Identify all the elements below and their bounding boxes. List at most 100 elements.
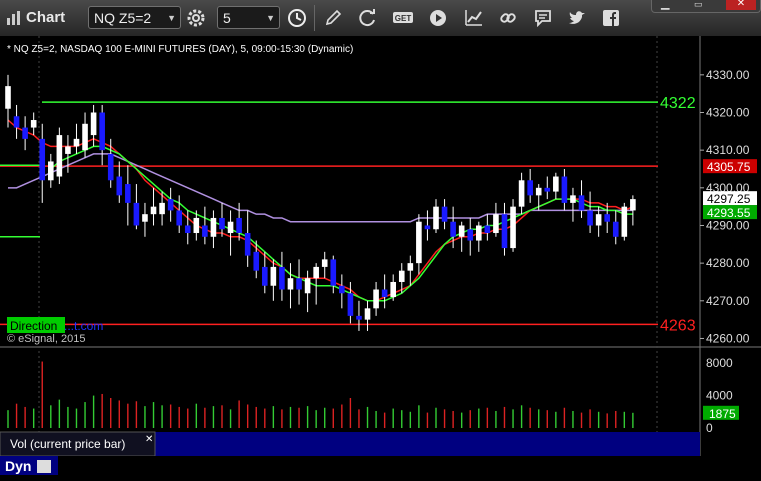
candle-body — [518, 180, 525, 207]
candle-body — [347, 293, 354, 316]
candle-body — [321, 259, 328, 267]
chart-type-icon[interactable] — [464, 8, 484, 28]
dyn-settings-icon[interactable] — [37, 460, 51, 473]
candle-body — [99, 112, 105, 151]
candle-body — [116, 176, 123, 196]
candle-body — [433, 206, 439, 230]
price-badge-label: 4305.75 — [707, 160, 751, 174]
candle-body — [13, 116, 20, 128]
candle-body — [73, 138, 80, 147]
minimize-button[interactable]: ▁ — [661, 0, 669, 10]
interval-value: 5 — [223, 10, 231, 26]
volume-tick-label: 8000 — [706, 356, 733, 370]
price-tick-label: 4290.00 — [706, 218, 750, 232]
candle-body — [501, 214, 508, 249]
volume-current-label: 1875 — [709, 407, 736, 421]
candle-body — [630, 199, 636, 211]
app-title: Chart — [26, 9, 66, 26]
candle-body — [90, 112, 97, 136]
price-tick-label: 4320.00 — [706, 105, 750, 119]
candle-body — [184, 225, 191, 234]
close-button[interactable]: ✕ — [726, 0, 756, 10]
candle-body — [535, 187, 542, 196]
pencil-icon[interactable] — [323, 8, 343, 28]
price-tick-label: 4260.00 — [706, 331, 750, 345]
play-icon[interactable] — [428, 8, 448, 28]
candle-body — [484, 225, 491, 234]
symbol-combobox[interactable]: NQ Z5=2 ▼ — [88, 6, 181, 29]
candle-body — [330, 259, 337, 286]
candle-body — [604, 214, 610, 222]
candle-body — [381, 289, 388, 298]
chevron-down-icon[interactable]: ▼ — [167, 7, 176, 30]
interval-combobox[interactable]: 5 ▼ — [217, 6, 280, 29]
candle-body — [578, 195, 585, 211]
candle-body — [476, 225, 482, 241]
candle-body — [159, 202, 165, 215]
window-controls: ▁ ▭ ✕ — [651, 0, 761, 13]
candle-body — [39, 138, 46, 181]
candle-body — [236, 217, 242, 234]
candle-body — [621, 206, 628, 237]
level-label: 4263 — [660, 317, 696, 334]
volume-label: Vol (current price bar) — [10, 437, 125, 451]
price-tick-label: 4310.00 — [706, 143, 750, 157]
candle-body — [287, 278, 294, 290]
candle-body — [313, 266, 319, 279]
candle-body — [262, 266, 268, 286]
candle-body — [390, 281, 396, 298]
candle-body — [202, 225, 208, 237]
price-badge-label: 4293.55 — [707, 206, 751, 220]
chart-area[interactable]: 4322 4263 4260.00 4270.00 4280.00 4290.00 430… — [0, 36, 761, 481]
restore-button[interactable]: ▭ — [694, 0, 703, 10]
candle-body — [467, 229, 474, 241]
link-icon[interactable] — [498, 8, 518, 28]
chevron-down-icon[interactable]: ▼ — [266, 7, 275, 30]
candle-body — [398, 270, 405, 282]
volume-close-icon[interactable]: ✕ — [145, 434, 153, 445]
candle-body — [210, 217, 217, 237]
get-data-icon[interactable]: GET — [392, 8, 416, 28]
candle-body — [493, 214, 499, 234]
twitter-icon[interactable] — [567, 8, 587, 28]
candle-body — [527, 180, 533, 196]
candle-body — [595, 214, 602, 226]
candle-body — [561, 176, 568, 203]
candle-body — [244, 233, 251, 256]
footer-bar — [0, 456, 761, 481]
price-tick-label: 4330.00 — [706, 68, 750, 82]
candle-body — [65, 146, 71, 154]
price-tick-label: 4270.00 — [706, 294, 750, 308]
candle-body — [339, 285, 345, 294]
candle-body — [56, 135, 63, 177]
volume-tick-label: 0 — [706, 421, 713, 435]
comment-icon[interactable] — [533, 8, 553, 28]
chart-header: * NQ Z5=2, NASDAQ 100 E-MINI FUTURES (DA… — [7, 44, 353, 55]
clock-icon[interactable] — [287, 8, 307, 28]
price-badge-label: 4297.25 — [707, 192, 751, 206]
candle-body — [142, 214, 148, 222]
facebook-icon[interactable] — [601, 8, 621, 28]
candle-body — [253, 251, 260, 271]
candle-body — [219, 217, 225, 230]
candle-body — [544, 187, 551, 192]
candle-body — [150, 206, 157, 215]
candle-body — [296, 278, 302, 290]
candle-body — [587, 210, 593, 226]
candle-body — [48, 161, 54, 181]
esignal-watermark: © eSignal, 2015 — [7, 333, 85, 345]
candle-body — [167, 199, 174, 211]
candle-body — [30, 120, 37, 128]
gear-icon[interactable] — [186, 8, 206, 28]
candle-body — [133, 202, 140, 226]
symbol-value: NQ Z5=2 — [94, 10, 152, 26]
candle-body — [416, 221, 422, 264]
candle-body — [441, 206, 448, 222]
candle-body — [458, 225, 465, 237]
price-tick-label: 4280.00 — [706, 256, 750, 270]
candle-body — [373, 289, 379, 309]
toolbar-divider — [314, 5, 315, 31]
candle-body — [22, 127, 28, 139]
refresh-icon[interactable] — [358, 8, 378, 28]
get-label: GET — [395, 14, 412, 23]
